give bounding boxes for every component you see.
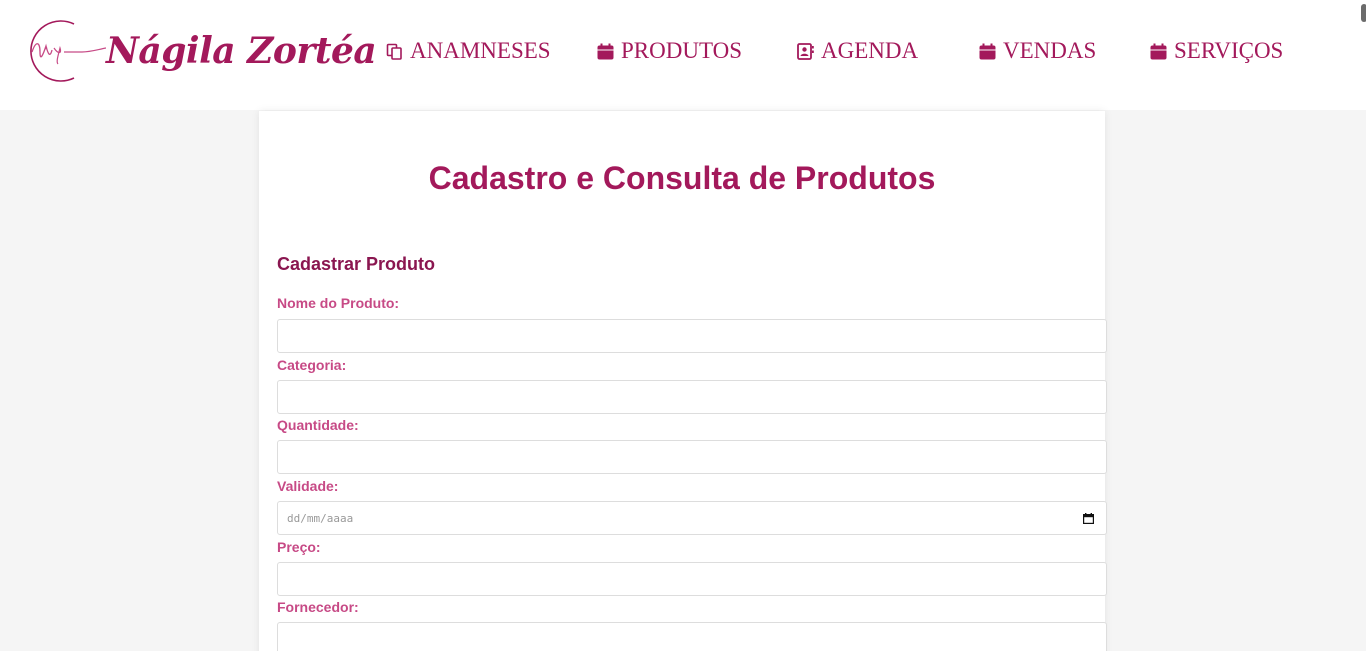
section-title: Cadastrar Produto: [277, 254, 436, 274]
calendar-picker-icon[interactable]: [1083, 513, 1094, 524]
calendar-icon: [1150, 43, 1167, 59]
category-label: Categoria:: [277, 357, 347, 373]
nav-item-label: PRODUTOS: [621, 38, 742, 63]
brand-logo[interactable]: Nágila Zortéa: [22, 18, 377, 84]
quantity-input[interactable]: [277, 440, 1107, 474]
logo-monogram-icon: [30, 20, 106, 82]
expiry-date-label: Validade:: [277, 478, 339, 494]
nav-item-label: ANAMNESES: [410, 38, 551, 63]
category-input[interactable]: [277, 380, 1107, 414]
product-name-label: Nome do Produto:: [277, 295, 400, 311]
price-label: Preço:: [277, 539, 321, 555]
page-title: Cadastro e Consulta de Produtos: [428, 160, 936, 196]
nav-item-label: VENDAS: [1003, 38, 1097, 63]
brand-name: Nágila Zortéa: [106, 30, 377, 72]
nav-item-label: SERVIÇOS: [1174, 38, 1284, 63]
site-header: Nágila Zortéa ANAMNESES PRODUTOS AGENDA …: [0, 0, 1366, 110]
price-input[interactable]: [277, 562, 1107, 596]
nav-item-produtos[interactable]: PRODUTOS: [597, 36, 742, 66]
nav-item-vendas[interactable]: VENDAS: [979, 36, 1096, 66]
calendar-icon: [597, 43, 614, 59]
nav-item-anamneses[interactable]: ANAMNESES: [386, 36, 551, 66]
expiry-date-input[interactable]: dd/mm/aaaa: [277, 501, 1107, 535]
nav-item-agenda[interactable]: AGENDA: [797, 36, 918, 66]
calendar-icon: [979, 43, 996, 59]
product-name-input[interactable]: [277, 319, 1107, 353]
nav-item-label: AGENDA: [821, 38, 919, 63]
supplier-label: Fornecedor:: [277, 599, 359, 615]
date-placeholder: dd/mm/aaaa: [287, 511, 354, 525]
quantity-label: Quantidade:: [277, 417, 359, 433]
copy-icon: [386, 43, 402, 60]
scrollbar-thumb[interactable]: [1361, 4, 1366, 22]
nav-item-servicos[interactable]: SERVIÇOS: [1150, 36, 1283, 66]
contact-card-icon: [797, 42, 814, 60]
supplier-input[interactable]: [277, 622, 1107, 651]
